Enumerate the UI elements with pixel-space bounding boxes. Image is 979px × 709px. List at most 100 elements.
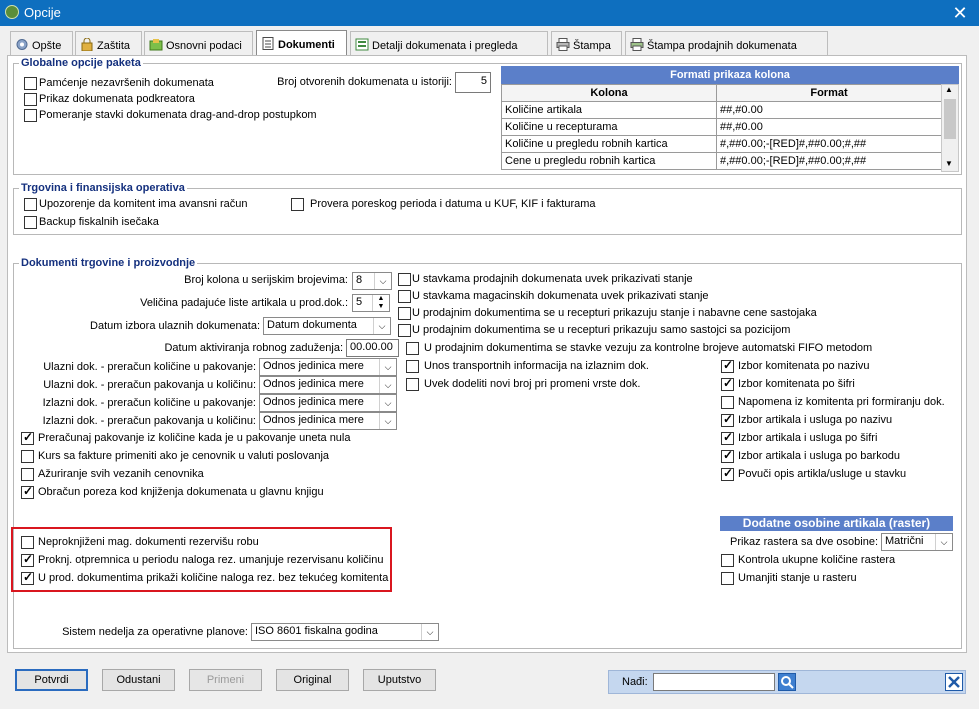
tab-osnovni-podaci[interactable]: Osnovni podaci [144, 31, 253, 55]
select-value: Odnos jedinica mere [263, 378, 364, 390]
conv-select-izlazni-kol[interactable]: Odnos jedinica mere ⌵ [259, 394, 397, 412]
checkbox-magacinski-stanje[interactable] [398, 290, 411, 303]
tab-zastita[interactable]: Zaštita [75, 31, 142, 55]
checkbox-novi-broj[interactable] [406, 378, 419, 391]
checkbox-label: Upozorenje da komitent ima avansni račun [39, 198, 248, 210]
checkbox-umanjiti-raster[interactable] [721, 572, 734, 585]
scroll-thumb[interactable] [944, 99, 956, 139]
original-button[interactable]: Original [276, 669, 349, 691]
checkbox-kontrola-rastera[interactable] [721, 554, 734, 567]
checkbox-transport[interactable] [406, 360, 419, 373]
checkbox-provera-perioda[interactable] [291, 198, 304, 211]
find-close-button[interactable] [945, 673, 963, 691]
find-input[interactable] [653, 673, 775, 691]
raster-two-select[interactable]: Matrični ⌵ [881, 533, 953, 551]
table-cell[interactable]: #,##0.00;-[RED]#,##0.00;#,## [716, 135, 942, 153]
checkbox-artikal-naziv[interactable] [721, 412, 734, 427]
checkbox-fifo[interactable] [406, 342, 419, 355]
checkbox-label: Backup fiskalnih isečaka [39, 216, 159, 228]
activation-input[interactable]: 00.00.00 [346, 339, 399, 357]
checkbox-artikal-sifra[interactable] [721, 430, 734, 445]
help-button[interactable]: Uputstvo [363, 669, 436, 691]
raster-two-label: Prikaz rastera sa dve osobine: [730, 536, 878, 548]
checkbox-pamcenje[interactable] [24, 77, 37, 90]
checkbox-drag-drop[interactable] [24, 109, 37, 122]
table-row[interactable]: Količine u recepturama ##,#0.00 [501, 118, 942, 136]
checkbox-label: Kurs sa fakture primeniti ako je cenovni… [38, 450, 330, 462]
scroll-down-icon[interactable]: ▼ [945, 159, 953, 168]
checkbox-receptura-cene[interactable] [398, 307, 411, 320]
checkbox-label: Neproknjiženi mag. dokumenti rezervišu r… [38, 536, 259, 548]
checkbox-kurs[interactable] [21, 450, 34, 463]
chevron-down-icon[interactable]: ⌵ [373, 318, 390, 334]
search-button[interactable] [778, 673, 796, 691]
tab-label: Štampa [573, 40, 611, 52]
checkbox-azuriranje[interactable] [21, 468, 34, 481]
chevron-down-icon[interactable]: ⌵ [379, 359, 396, 375]
checkbox-podkreatora[interactable] [24, 93, 37, 106]
chevron-down-icon[interactable]: ⌵ [379, 395, 396, 411]
tab-label: Detalji dokumenata i pregleda [372, 40, 518, 52]
checkbox-prodajni-stanje[interactable] [398, 273, 411, 286]
history-input[interactable]: 5 [455, 72, 491, 93]
tab-stampa[interactable]: Štampa [551, 31, 622, 55]
checkbox-umanjuje-rezervisanu[interactable] [21, 552, 34, 567]
checkbox-preracunaj[interactable] [21, 430, 34, 445]
formats-scrollbar[interactable]: ▲ ▼ [941, 84, 959, 172]
conv-select-izlazni-pak[interactable]: Odnos jedinica mere ⌵ [259, 412, 397, 430]
conv-select-ulazni-pak[interactable]: Odnos jedinica mere ⌵ [259, 376, 397, 394]
chevron-down-icon[interactable]: ⌵ [379, 377, 396, 393]
table-cell[interactable]: ##,#0.00 [716, 118, 942, 136]
tab-stampa-prodajnih[interactable]: Štampa prodajnih dokumenata [625, 31, 828, 55]
checkbox-label: U prod. dokumentima prikaži količine nal… [38, 572, 389, 584]
chevron-down-icon[interactable]: ⌵ [935, 534, 952, 550]
group-title-docs: Dokumenti trgovine i proizvodnje [19, 257, 198, 269]
tab-dokumenti[interactable]: Dokumenti [256, 30, 347, 56]
cancel-button[interactable]: Odustani [102, 669, 175, 691]
chevron-down-icon[interactable]: ⌵ [374, 273, 391, 289]
table-row[interactable]: Količine artikala ##,#0.00 [501, 101, 942, 119]
tab-opste[interactable]: Opšte [10, 31, 73, 55]
table-cell[interactable]: ##,#0.00 [716, 101, 942, 119]
history-label: Broj otvorenih dokumenata u istoriji: [277, 76, 452, 88]
conv-select-ulazni-kol[interactable]: Odnos jedinica mere ⌵ [259, 358, 397, 376]
spinner-arrows-icon[interactable]: ▲ ▼ [372, 295, 389, 311]
scroll-up-icon[interactable]: ▲ [945, 85, 953, 94]
checkbox-receptura-pozicija[interactable] [398, 324, 411, 337]
close-icon [948, 676, 960, 688]
checkbox-backup-fiskalnih[interactable] [24, 216, 37, 229]
checkbox-label: Prikaz dokumenata podkreatora [39, 93, 195, 105]
checkbox-label: Provera poreskog perioda i datuma u KUF,… [310, 198, 596, 210]
gear-icon [15, 38, 29, 51]
serial-cols-select[interactable]: 8 ⌵ [352, 272, 392, 290]
table-cell[interactable]: #,##0.00;-[RED]#,##0.00;#,## [716, 152, 942, 170]
apply-button[interactable]: Primeni [189, 669, 262, 691]
checkbox-komitent-sifra[interactable] [721, 376, 734, 391]
checkbox-napomena[interactable] [721, 396, 734, 409]
checkbox-label: Izbor komitenata po šifri [738, 378, 855, 390]
close-icon[interactable]: ✕ [948, 2, 972, 24]
checkbox-avansni[interactable] [24, 198, 37, 211]
checkbox-artikal-barkod[interactable] [721, 448, 734, 463]
checkbox-label: Preračunaj pakovanje iz količine kada je… [38, 432, 351, 444]
ok-button[interactable]: Potvrdi [15, 669, 88, 691]
checkbox-label: U stavkama magacinskih dokumenata uvek p… [412, 290, 709, 302]
title-bar: Opcije ✕ [0, 0, 979, 26]
checkbox-obracun-poreza[interactable] [21, 484, 34, 499]
incoming-date-select[interactable]: Datum dokumenta ⌵ [263, 317, 391, 335]
table-row[interactable]: Količine u pregledu robnih kartica #,##0.… [501, 135, 942, 153]
checkbox-komitent-naziv[interactable] [721, 358, 734, 373]
chevron-down-icon[interactable]: ⌵ [379, 413, 396, 429]
details-icon [355, 38, 369, 51]
checkbox-label: Napomena iz komitenta pri formiranju dok… [738, 396, 945, 408]
checkbox-opis-artikla[interactable] [721, 466, 734, 481]
chevron-down-icon[interactable]: ⌵ [421, 624, 438, 640]
dropdown-size-spinner[interactable]: 5 ▲ ▼ [352, 294, 390, 312]
weeks-label: Sistem nedelja za operativne planove: [62, 626, 248, 638]
checkbox-bez-tekuceg[interactable] [21, 570, 34, 585]
weeks-select[interactable]: ISO 8601 fiskalna godina ⌵ [251, 623, 439, 641]
tab-detalji[interactable]: Detalji dokumenata i pregleda [350, 31, 548, 55]
checkbox-label: Ažuriranje svih vezanih cenovnika [38, 468, 204, 480]
table-row[interactable]: Cene u pregledu robnih kartica #,##0.00;-… [501, 152, 942, 170]
checkbox-rezervisu-robu[interactable] [21, 536, 34, 549]
